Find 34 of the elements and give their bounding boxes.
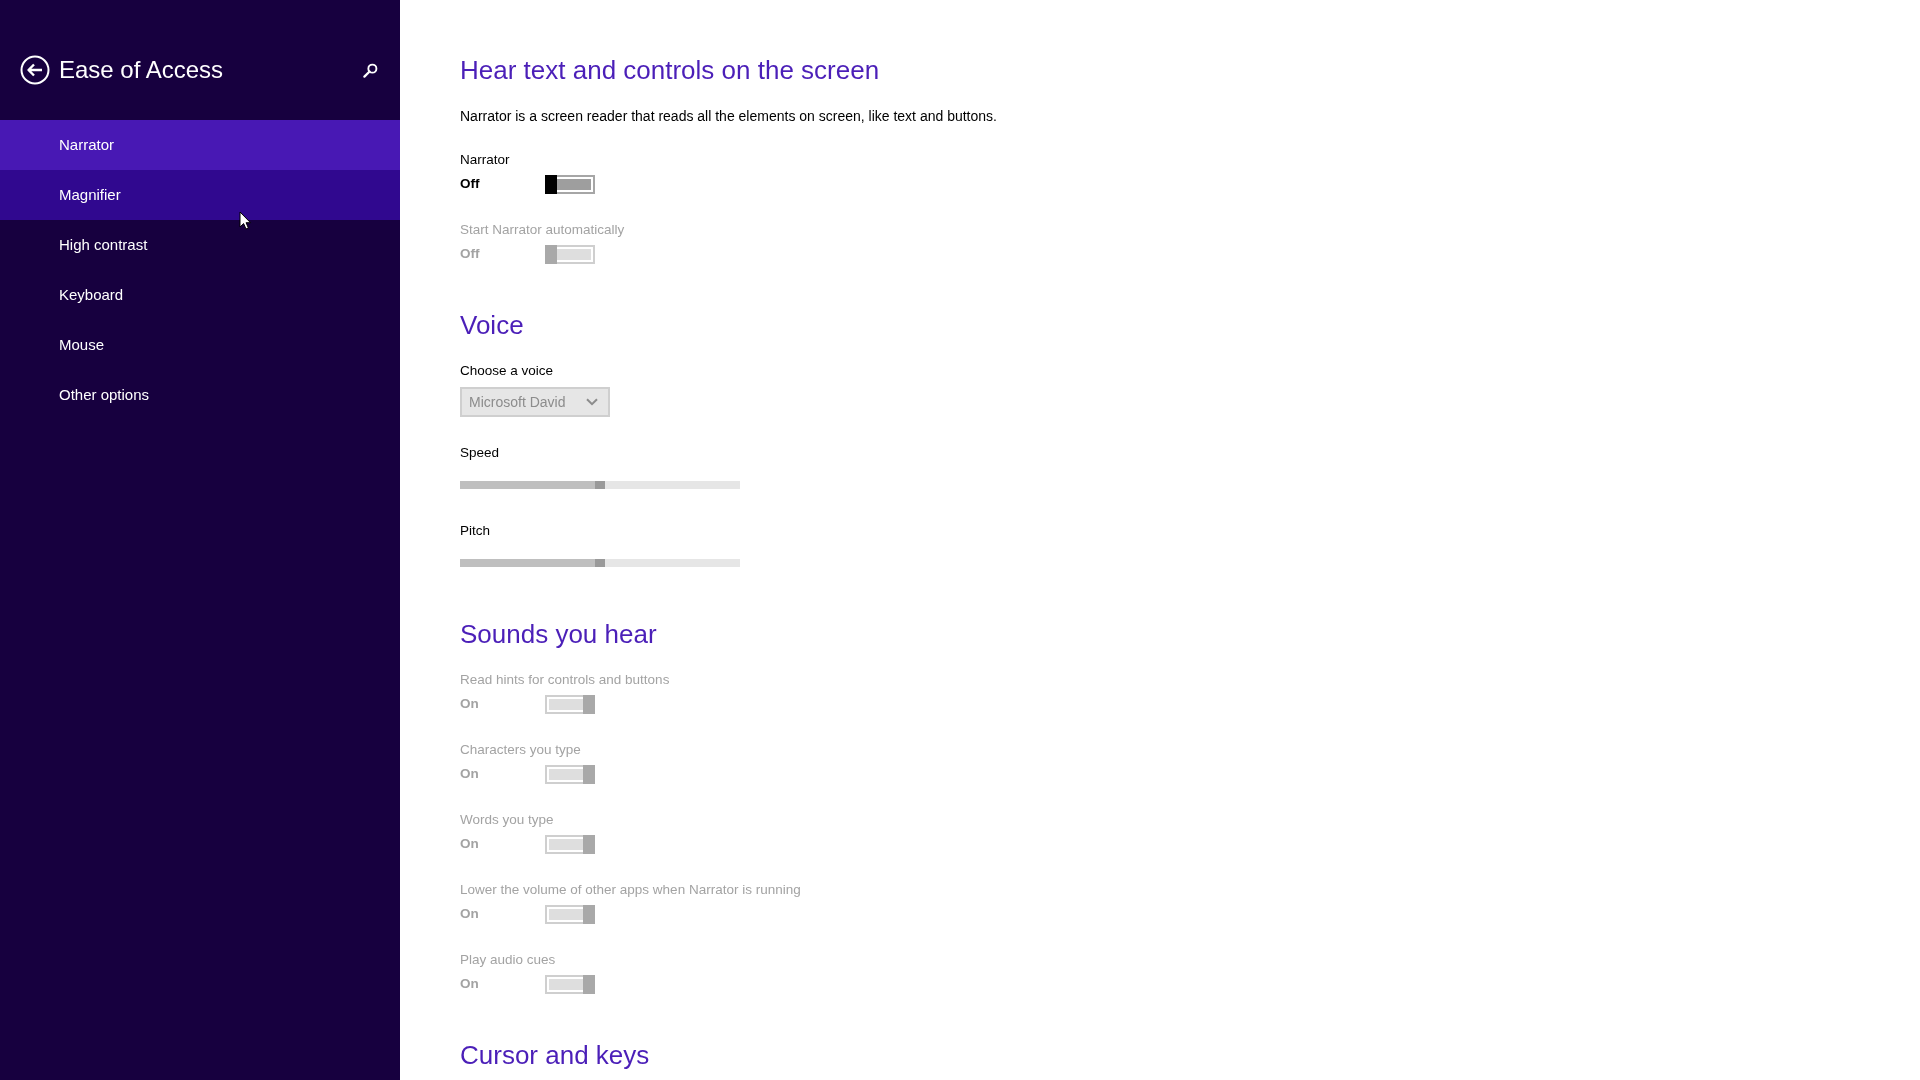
setting-label: Read hints for controls and buttons <box>460 671 670 689</box>
setting-label: Choose a voice <box>460 362 554 380</box>
nav-item[interactable]: High contrast <box>0 220 400 270</box>
toggle-state-text: Off <box>460 245 481 263</box>
toggle-state-text: On <box>460 835 480 853</box>
toggle-state-text: On <box>460 905 480 923</box>
section-heading: Hear text and controls on the screen <box>460 54 880 86</box>
setting-label: Pitch <box>460 522 490 540</box>
chevron-down-icon <box>586 398 598 406</box>
setting-label: Narrator <box>460 151 510 169</box>
page-title: Ease of Access <box>59 55 224 85</box>
setting-label: Words you type <box>460 811 554 829</box>
nav-item[interactable]: Other options <box>0 370 400 420</box>
toggle-state-text: On <box>460 975 480 993</box>
setting-label: Lower the volume of other apps when Narrator is running <box>460 881 801 899</box>
setting-label: Start Narrator automatically <box>460 221 625 239</box>
toggle-switch[interactable] <box>545 174 595 194</box>
nav-item[interactable]: Narrator <box>0 120 400 170</box>
search-icon[interactable] <box>363 62 378 78</box>
section-heading: Voice <box>460 309 524 341</box>
toggle-state-text: Off <box>460 175 481 193</box>
nav-item[interactable]: Mouse <box>0 320 400 370</box>
nav-item[interactable]: Magnifier <box>0 170 400 220</box>
setting-label: Characters you type <box>460 741 581 759</box>
mouse-pointer-icon <box>239 211 251 230</box>
nav-item[interactable]: Keyboard <box>0 270 400 320</box>
section-heading: Cursor and keys <box>460 1039 650 1071</box>
back-icon[interactable] <box>20 55 50 85</box>
section-description: Narrator is a screen reader that reads all the elements on screen, like text and buttons. <box>460 107 997 125</box>
section-heading: Sounds you hear <box>460 618 657 650</box>
setting-label: Play audio cues <box>460 951 556 969</box>
toggle-state-text: On <box>460 765 480 783</box>
setting-label: Speed <box>460 444 500 462</box>
toggle-state-text: On <box>460 695 480 713</box>
